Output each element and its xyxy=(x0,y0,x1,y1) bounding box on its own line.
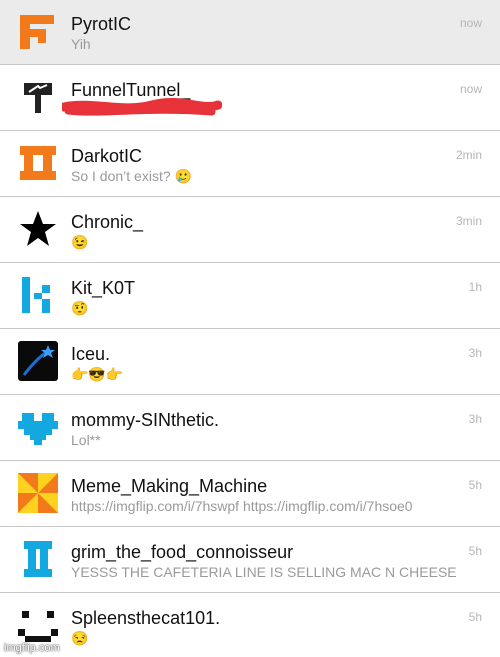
conversation-row[interactable]: grim_the_food_connoisseur YESSS THE CAFE… xyxy=(0,528,500,593)
pixel-smiley-icon xyxy=(18,605,58,645)
timestamp: 5h xyxy=(468,478,482,492)
message-preview: Lol** xyxy=(71,432,101,448)
message-preview: 😒 xyxy=(71,630,89,646)
timestamp: 2min xyxy=(455,148,482,162)
contact-name: mommy-SINthetic. xyxy=(71,410,220,430)
message-preview: YESSS THE CAFETERIA LINE IS SELLING MAC … xyxy=(71,564,457,580)
contact-name: Kit_K0T xyxy=(71,278,136,298)
timestamp: 1h xyxy=(468,280,482,294)
conversation-row[interactable]: Kit_K0T 🤨 1h xyxy=(0,264,500,329)
pinwheel-icon xyxy=(18,473,58,513)
conversation-row[interactable]: DarkotIC So I don’t exist? 🥲 2min xyxy=(0,132,500,197)
k-logo-icon xyxy=(18,275,58,315)
message-preview: Yih xyxy=(71,36,91,52)
timestamp: 5h xyxy=(468,544,482,558)
conversation-row[interactable]: PyrotIC Yih now xyxy=(0,0,500,65)
message-preview: So I don’t exist? 🥲 xyxy=(71,168,192,184)
message-preview: https://imgflip.com/i/7hswpf https://img… xyxy=(71,498,413,514)
pixel-bracket-icon xyxy=(18,539,58,579)
contact-name: Iceu. xyxy=(71,344,111,364)
timestamp: 3min xyxy=(455,214,482,228)
timestamp: 3h xyxy=(468,412,482,426)
timestamp: now xyxy=(459,82,482,96)
conversation-row[interactable]: Chronic_ 😉 3min xyxy=(0,198,500,263)
shooting-star-icon xyxy=(18,341,58,381)
message-preview: 😉 xyxy=(71,234,89,250)
contact-name: PyrotIC xyxy=(71,14,132,34)
conversation-row[interactable]: FunnelTunnel_ now xyxy=(0,66,500,131)
contact-name: Meme_Making_Machine xyxy=(71,476,268,496)
pixel-heart-icon xyxy=(18,407,58,447)
conversation-list: PyrotIC Yih now FunnelTunnel_ now Darkot… xyxy=(0,0,500,657)
signpost-icon xyxy=(18,77,58,117)
conversation-row[interactable]: Spleensthecat101. 😒 5h xyxy=(0,594,500,657)
conversation-row[interactable]: Iceu. 👉😎👉 3h xyxy=(0,330,500,395)
timestamp: now xyxy=(459,16,482,30)
star-icon xyxy=(18,209,58,249)
timestamp: 5h xyxy=(468,610,482,624)
message-preview: 🤨 xyxy=(71,300,89,316)
redaction-scribble xyxy=(62,97,222,116)
timestamp: 3h xyxy=(468,346,482,360)
contact-name: Spleensthecat101. xyxy=(71,608,221,628)
conversation-row[interactable]: Meme_Making_Machine https://imgflip.com/… xyxy=(0,462,500,527)
pyrotic-logo-icon xyxy=(18,11,58,51)
conversation-row[interactable]: mommy-SINthetic. Lol** 3h xyxy=(0,396,500,461)
watermark: imgflip.com xyxy=(4,642,60,654)
contact-name: grim_the_food_connoisseur xyxy=(71,542,294,562)
message-preview: 👉😎👉 xyxy=(71,366,124,382)
contact-name: DarkotIC xyxy=(71,146,143,166)
contact-name: Chronic_ xyxy=(71,212,144,232)
darkotic-logo-icon xyxy=(18,143,58,183)
